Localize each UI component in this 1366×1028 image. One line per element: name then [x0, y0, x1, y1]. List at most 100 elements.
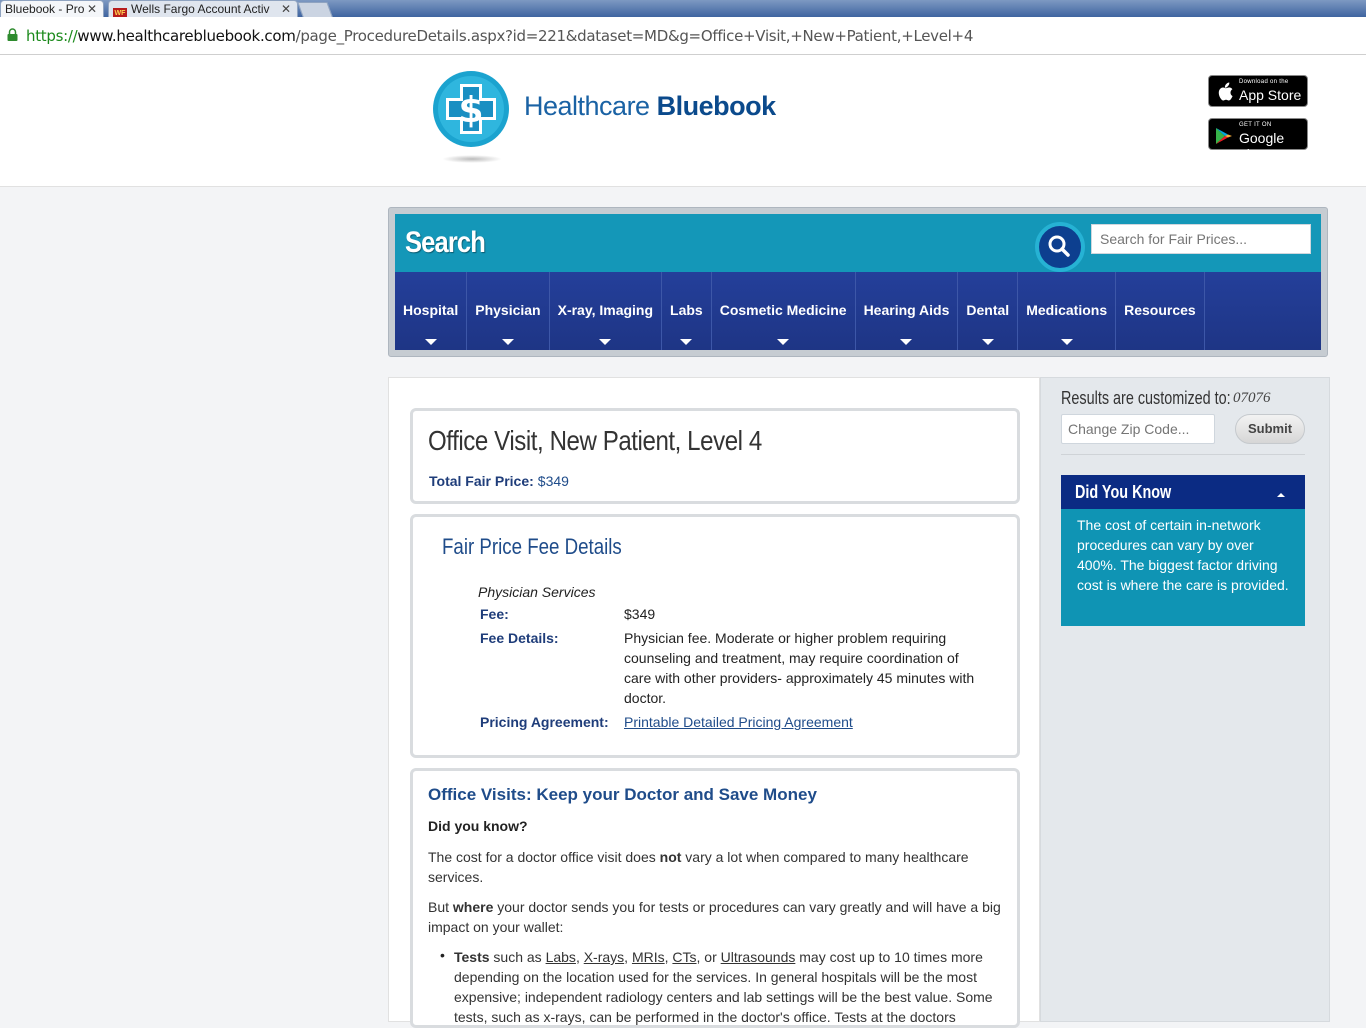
app-store-big-text: App Store [1239, 87, 1302, 103]
google-play-small-text: GET IT ON [1239, 122, 1272, 128]
bullet-pre: such as [489, 949, 546, 965]
lock-icon [7, 28, 18, 41]
nav-medications[interactable]: Medications [1018, 272, 1117, 350]
tips-question: Did you know? [428, 818, 528, 834]
nav-hospital[interactable]: Hospital [395, 272, 468, 350]
tips-paragraph-1: The cost for a doctor office visit does … [428, 847, 1008, 887]
nav-label: Physician [475, 302, 541, 318]
nav-label: Hearing Aids [863, 302, 950, 318]
nav-label: X-ray, Imaging [557, 302, 654, 318]
healthcare-bluebook-logo-icon[interactable]: $ [432, 70, 510, 148]
nav-label: Resources [1124, 302, 1196, 318]
total-fair-price: Total Fair Price: $349 [429, 473, 569, 489]
nav-label: Labs [670, 302, 703, 318]
tab-label: Wells Fargo Account Activ [131, 2, 270, 16]
bullet-dot: • [440, 947, 445, 963]
tips-title: Office Visits: Keep your Doctor and Save… [428, 785, 817, 804]
search-title: Search [405, 226, 486, 259]
sidebar-divider [1061, 454, 1305, 455]
tips-bullet-text: Tests such as Labs, X-rays, MRIs, CTs, o… [454, 949, 993, 1025]
p1-text: The cost for a doctor office visit does [428, 849, 660, 865]
search-panel: Search Hospital Physician X-ray, Imaging… [388, 207, 1328, 357]
google-play-icon [1216, 128, 1232, 144]
collapse-chevron-up-icon[interactable] [1271, 489, 1291, 499]
svg-text:$: $ [458, 90, 483, 131]
zip-code-input[interactable] [1061, 414, 1215, 444]
pricing-agreement-label: Pricing Agreement: [480, 714, 609, 730]
url-path: /page_ProcedureDetails.aspx?id=221&datas… [295, 27, 974, 45]
submit-zip-button[interactable]: Submit [1235, 414, 1305, 444]
browser-tab-bar: Bluebook - Pro ✕ WF Wells Fargo Account A… [0, 0, 1366, 17]
url-protocol: https:// [26, 27, 78, 45]
logo-shadow [442, 155, 502, 163]
site-header: $ Healthcare Bluebook Download on the Ap… [0, 55, 1366, 187]
total-fair-price-value: $349 [537, 473, 569, 489]
close-tab-icon[interactable]: ✕ [281, 1, 291, 17]
p1-emphasis: not [659, 849, 682, 865]
close-tab-icon[interactable]: ✕ [87, 1, 97, 17]
logo-text-bold: Bluebook [656, 91, 777, 121]
search-bar: Search [395, 214, 1321, 272]
app-store-small-text: Download on the [1239, 79, 1289, 85]
fee-details-value: Physician fee. Moderate or higher proble… [624, 630, 975, 706]
address-bar[interactable]: https://www.healthcarebluebook.com/page_… [0, 17, 1366, 55]
labs-link[interactable]: Labs [546, 949, 576, 965]
bullet-bold: Tests [454, 949, 490, 965]
p2-text-end: your doctor sends you for tests or proce… [428, 899, 1001, 935]
chevron-down-icon [680, 339, 693, 345]
apple-icon [1218, 82, 1233, 101]
category-nav: Hospital Physician X-ray, Imaging Labs C… [395, 272, 1321, 350]
procedure-title: Office Visit, New Patient, Level 4 [428, 425, 762, 456]
chevron-down-icon [777, 339, 790, 345]
fee-details-label: Fee Details: [480, 630, 559, 646]
tab-label: Bluebook - Pro [5, 2, 85, 16]
nav-dental[interactable]: Dental [958, 272, 1019, 350]
nav-label: Hospital [403, 302, 459, 318]
nav-xray-imaging[interactable]: X-ray, Imaging [550, 272, 663, 350]
mris-link[interactable]: MRIs [632, 949, 665, 965]
pricing-agreement-link[interactable]: Printable Detailed Pricing Agreement [624, 712, 853, 732]
chevron-down-icon [981, 339, 994, 345]
xrays-link[interactable]: X-rays [584, 949, 624, 965]
tab-wells-fargo[interactable]: WF Wells Fargo Account Activ ✕ [108, 0, 298, 17]
wells-fargo-favicon-icon: WF [113, 8, 127, 17]
google-play-button[interactable]: GET IT ON Google play [1208, 118, 1308, 162]
did-you-know-body: The cost of certain in-network procedure… [1061, 509, 1305, 626]
nav-cosmetic-medicine[interactable]: Cosmetic Medicine [712, 272, 856, 350]
search-input[interactable] [1091, 224, 1311, 254]
fee-value: $349 [624, 606, 656, 622]
search-button[interactable] [1035, 222, 1085, 272]
nav-label: Medications [1026, 302, 1108, 318]
nav-hearing-aids[interactable]: Hearing Aids [856, 272, 959, 350]
fee-details-card: Fair Price Fee Details Physician Service… [410, 514, 1020, 758]
did-you-know-header[interactable]: Did You Know [1061, 475, 1305, 509]
chevron-down-icon [1060, 339, 1073, 345]
tips-paragraph-2: But where your doctor sends you for test… [428, 897, 1008, 937]
tab-bluebook[interactable]: Bluebook - Pro ✕ [0, 0, 104, 17]
nav-label: Cosmetic Medicine [719, 302, 847, 318]
nav-labs[interactable]: Labs [662, 272, 712, 350]
did-you-know-title: Did You Know [1075, 482, 1172, 502]
p2-text: But [428, 899, 453, 915]
new-tab-button[interactable] [297, 2, 333, 17]
office-visit-tips-card: Office Visits: Keep your Doctor and Save… [410, 768, 1020, 1028]
ultrasounds-link[interactable]: Ultrasounds [721, 949, 796, 965]
results-customized-label: Results are customized to: [1061, 388, 1231, 408]
chevron-down-icon [424, 339, 437, 345]
service-header: Physician Services [478, 584, 596, 600]
site-logo-text[interactable]: Healthcare Bluebook [524, 91, 776, 122]
fee-details-title: Fair Price Fee Details [442, 534, 622, 559]
url-text[interactable]: https://www.healthcarebluebook.com/page_… [26, 27, 973, 45]
cts-link[interactable]: CTs [672, 949, 696, 965]
nav-physician[interactable]: Physician [467, 272, 550, 350]
total-fair-price-label: Total Fair Price: [429, 473, 534, 489]
current-zip: 07076 [1233, 390, 1271, 406]
url-host: www.healthcarebluebook.com [77, 27, 296, 45]
chevron-down-icon [900, 339, 913, 345]
chevron-down-icon [501, 339, 514, 345]
logo-text-light: Healthcare [524, 91, 650, 121]
nav-resources[interactable]: Resources [1116, 272, 1205, 350]
app-store-button[interactable]: Download on the App Store [1208, 75, 1308, 107]
main-content: Office Visit, New Patient, Level 4 Total… [388, 377, 1040, 1028]
chevron-down-icon [599, 339, 612, 345]
